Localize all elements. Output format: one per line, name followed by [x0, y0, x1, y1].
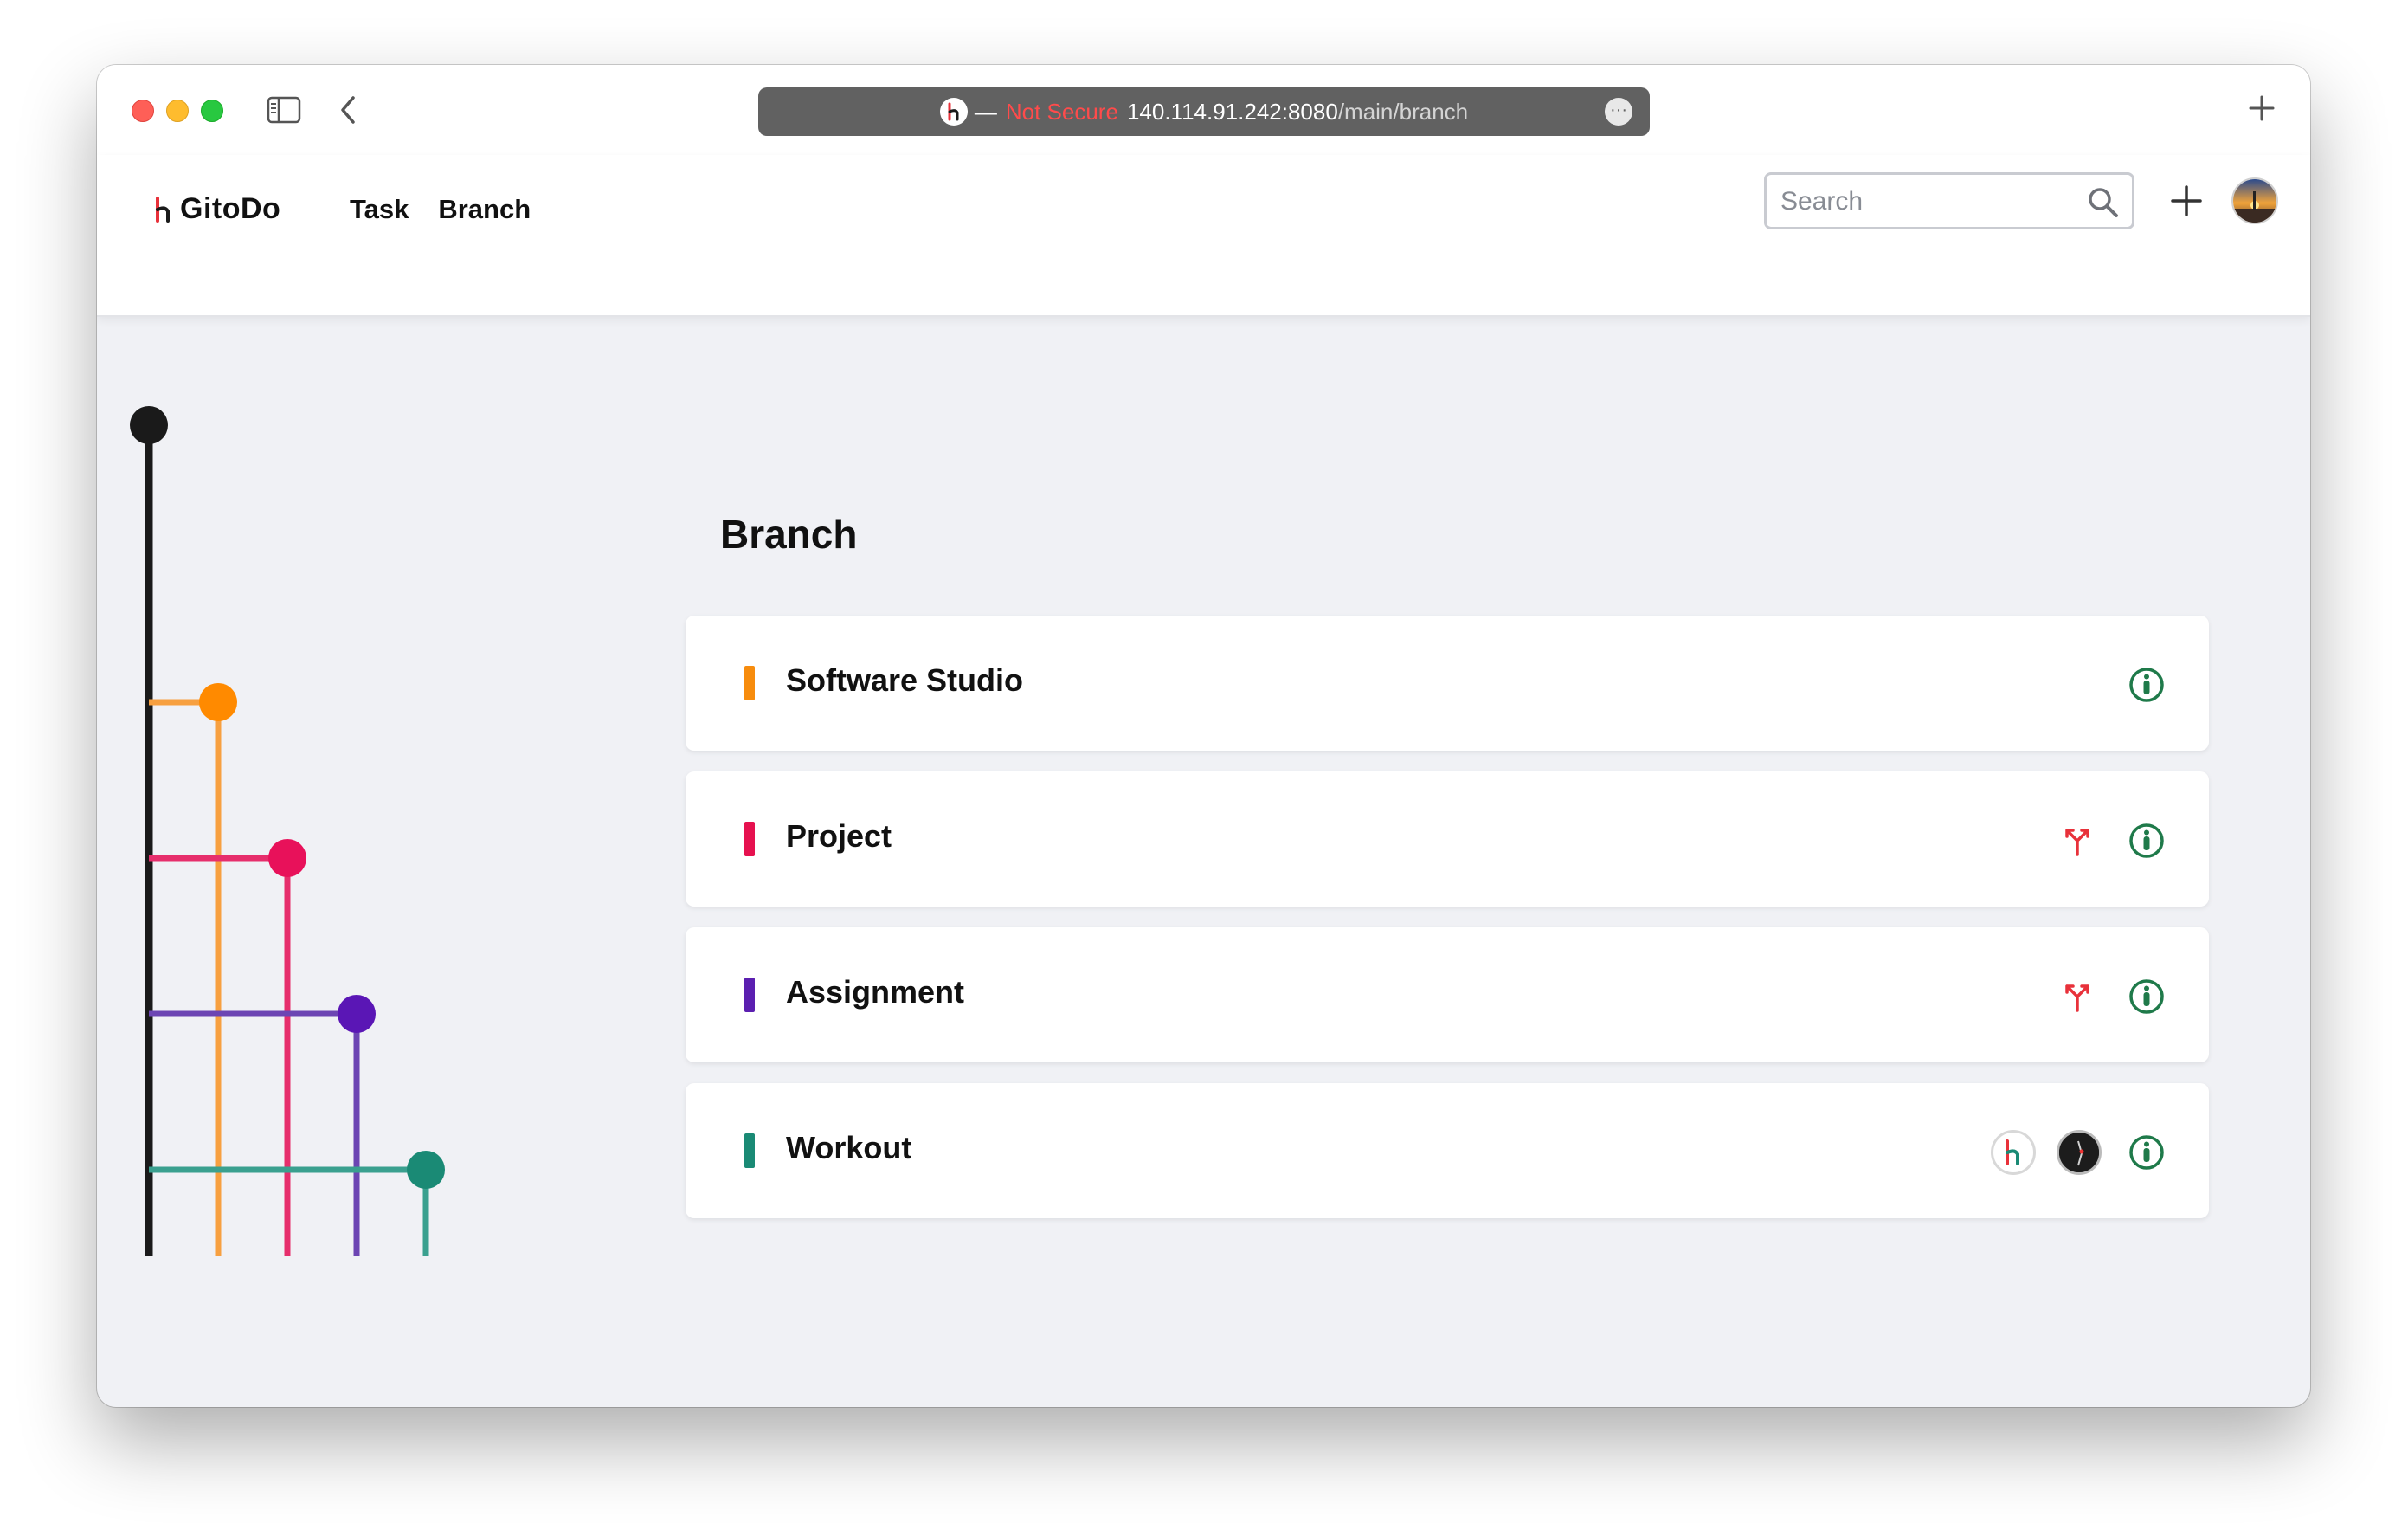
branch-name[interactable]: Software Studio — [786, 662, 1023, 699]
main-nav: Task Branch — [350, 155, 531, 263]
address-host: 140.114.91.242:8080 — [1126, 98, 1338, 125]
info-icon[interactable] — [2122, 816, 2171, 865]
graph-branch-node — [199, 683, 237, 721]
search-icon[interactable] — [2087, 186, 2120, 219]
address-separator: — — [974, 98, 997, 125]
branch-actions — [1991, 1128, 2171, 1177]
graph-branch-node — [407, 1151, 445, 1189]
graph-branch-node — [268, 839, 306, 877]
branch-color-marker — [744, 978, 755, 1012]
minimize-window-button[interactable] — [166, 100, 189, 122]
back-arrow-icon[interactable] — [332, 93, 364, 127]
address-bar[interactable]: — Not Secure 140.114.91.242:8080 /main/b… — [758, 87, 1650, 136]
branch-actions — [2053, 816, 2171, 865]
main-content: Branch Software Studio Project Assignment W… — [97, 317, 2310, 1407]
search-input[interactable] — [1779, 182, 2076, 222]
gitodo-logo-icon — [156, 196, 170, 223]
site-favicon-icon — [939, 98, 968, 126]
graph-branch-node — [338, 995, 376, 1033]
graph-root-node — [130, 406, 168, 444]
brand-logo[interactable]: GitoDo — [152, 155, 280, 263]
add-branch-plus-icon[interactable] — [2169, 184, 2204, 218]
new-tab-plus-icon[interactable] — [2244, 91, 2279, 126]
member-avatar[interactable] — [2057, 1130, 2102, 1175]
info-icon[interactable] — [2122, 1128, 2171, 1177]
close-window-button[interactable] — [132, 100, 154, 122]
branch-card[interactable]: Workout — [686, 1083, 2209, 1218]
branch-list: Software Studio Project Assignment Workout — [686, 616, 2209, 1239]
fork-icon[interactable] — [2053, 816, 2102, 865]
branch-name[interactable]: Assignment — [786, 974, 964, 1010]
browser-window: — Not Secure 140.114.91.242:8080 /main/b… — [97, 65, 2310, 1407]
branch-graph — [130, 406, 445, 1256]
branch-name[interactable]: Project — [786, 818, 892, 855]
branch-card[interactable]: Project — [686, 771, 2209, 907]
fork-icon[interactable] — [2053, 972, 2102, 1021]
branch-actions — [2053, 972, 2171, 1021]
branch-color-marker — [744, 822, 755, 856]
zoom-window-button[interactable] — [201, 100, 223, 122]
browser-toolbar: — Not Secure 140.114.91.242:8080 /main/b… — [97, 65, 2310, 155]
info-icon[interactable] — [2122, 972, 2171, 1021]
more-options-icon[interactable]: ··· — [1605, 98, 1632, 126]
brand-name: GitoDo — [180, 192, 281, 225]
branch-name[interactable]: Workout — [786, 1130, 911, 1166]
branch-actions — [2122, 661, 2171, 709]
branch-color-marker — [744, 666, 755, 700]
nav-link-task[interactable]: Task — [350, 194, 409, 225]
user-avatar[interactable] — [2231, 177, 2278, 224]
branch-color-marker — [744, 1133, 755, 1168]
member-avatar[interactable] — [1991, 1130, 2036, 1175]
sidebar-toggle-icon[interactable] — [267, 96, 301, 124]
nav-link-branch[interactable]: Branch — [438, 194, 531, 225]
branch-card[interactable]: Assignment — [686, 927, 2209, 1062]
info-icon[interactable] — [2122, 661, 2171, 709]
search-field[interactable] — [1764, 172, 2134, 229]
address-path: /main/branch — [1337, 98, 1469, 125]
page-title: Branch — [720, 512, 858, 557]
branch-card[interactable]: Software Studio — [686, 616, 2209, 751]
not-secure-label: Not Secure — [1005, 98, 1118, 125]
